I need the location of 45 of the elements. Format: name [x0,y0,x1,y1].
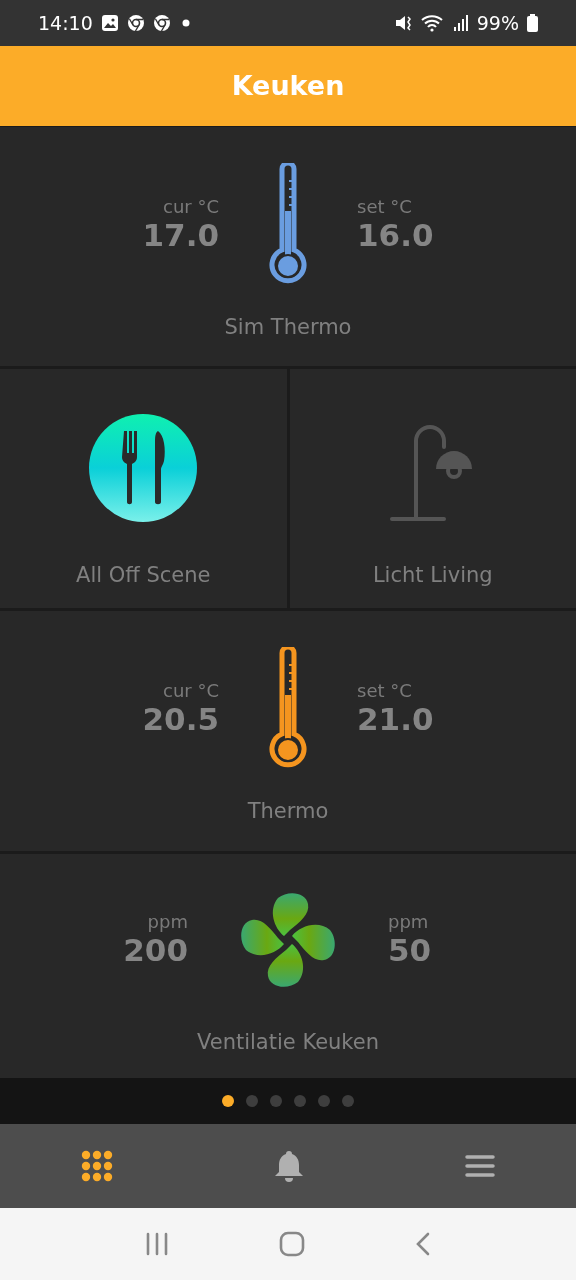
wifi-icon [420,14,445,32]
menu-icon [465,1154,496,1179]
status-time: 14:10 [38,12,93,34]
light-name: Licht Living [372,562,493,587]
device-name: Sim Thermo [224,314,352,339]
page-dot[interactable] [246,1095,258,1108]
setpoint-value: 21.0 [357,701,434,738]
light-tile[interactable]: Licht Living [289,368,576,608]
page-dot[interactable] [342,1095,354,1108]
current-value: 200 [123,932,188,969]
device-tile[interactable]: ppm 200 ppm 50 Ventilatie Keuken [0,853,576,1079]
battery-percent: 99% [476,12,519,34]
page-title: Keuken [231,70,345,102]
unit-label: ppm [147,911,188,933]
device-name: Thermo [247,798,329,823]
browser-icon [126,14,145,32]
unit-label: cur °C [163,196,219,218]
cutlery-icon [88,412,199,523]
mute-icon [394,14,413,32]
device-name: Ventilatie Keuken [197,1029,379,1054]
battery-icon [527,14,538,32]
scene-name: All Off Scene [76,562,211,587]
setpoint-value: 50 [388,932,432,969]
bell-icon [274,1150,304,1183]
scene-tile[interactable]: All Off Scene [0,368,287,608]
unit-label: cur °C [163,680,219,702]
current-value: 20.5 [142,701,219,738]
recents-icon[interactable] [145,1232,169,1257]
unit-label: set °C [357,196,412,218]
page-dot[interactable] [294,1095,306,1108]
page-dot[interactable] [222,1095,234,1108]
unit-label: ppm [388,911,429,933]
image-icon [100,14,119,32]
page-dot[interactable] [270,1095,282,1108]
signal-icon [452,14,469,32]
browser-icon [152,14,171,32]
device-tile[interactable]: cur °C 17.0 set °C 16.0 Sim Thermo [0,126,576,366]
back-icon[interactable] [415,1232,431,1257]
current-value: 17.0 [142,217,219,254]
device-tile[interactable]: cur °C 20.5 set °C 21.0 Thermo [0,610,576,851]
grid-icon [80,1150,113,1183]
unit-label: set °C [357,680,412,702]
page-dot[interactable] [318,1095,330,1108]
setpoint-value: 16.0 [357,217,434,254]
home-icon[interactable] [279,1231,305,1258]
